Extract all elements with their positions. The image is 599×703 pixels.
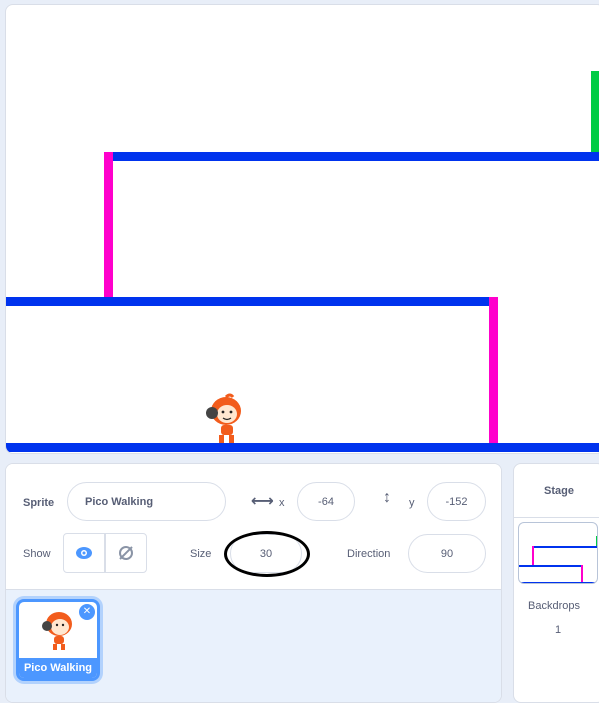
show-visible-toggle[interactable]	[63, 533, 105, 573]
sprite-tile-label: Pico Walking	[19, 658, 97, 678]
hidden-eye-icon	[119, 546, 133, 560]
pico-thumbnail-icon	[42, 612, 72, 650]
ground-platform	[6, 443, 599, 452]
upper-platform	[104, 152, 599, 161]
y-arrows-icon: ↕	[383, 489, 391, 506]
sprite-list: ✕ Pico Walking	[6, 590, 501, 702]
show-label: Show	[23, 548, 51, 560]
stage-thumbnail[interactable]	[518, 522, 598, 584]
size-input[interactable]: 30	[230, 534, 302, 573]
right-wall	[489, 297, 498, 445]
show-hidden-toggle[interactable]	[105, 533, 147, 573]
delete-sprite-icon[interactable]: ✕	[79, 604, 95, 620]
x-input[interactable]: -64	[297, 482, 355, 521]
x-arrows-icon: ⟷	[251, 493, 274, 510]
pico-sprite	[206, 393, 241, 443]
stage-canvas[interactable]	[5, 4, 599, 454]
middle-platform	[6, 297, 498, 306]
goal-wall	[591, 71, 599, 153]
backdrops-label: Backdrops	[528, 600, 580, 612]
stage-drawing	[6, 71, 599, 452]
sprite-name-input[interactable]: Pico Walking	[67, 482, 226, 521]
eye-icon	[76, 547, 92, 559]
sprite-tile[interactable]: ✕ Pico Walking	[16, 599, 100, 681]
sprite-info-pane: Sprite Pico Walking ⟷ x -64 ↕ y -152 Sho…	[5, 463, 502, 703]
direction-label: Direction	[347, 548, 391, 560]
direction-input[interactable]: 90	[408, 534, 486, 573]
y-input[interactable]: -152	[427, 482, 486, 521]
left-wall	[104, 152, 113, 302]
sprite-info: Sprite Pico Walking ⟷ x -64 ↕ y -152 Sho…	[6, 464, 501, 590]
stage-selector-pane[interactable]: Stage Backdrops 1	[513, 463, 599, 703]
stage-title: Stage	[514, 464, 599, 518]
x-label: x	[279, 497, 285, 509]
stage-thumbnail-drawing	[519, 536, 597, 583]
sprite-label: Sprite	[23, 497, 55, 509]
size-label: Size	[190, 548, 212, 560]
y-label: y	[409, 497, 415, 509]
backdrops-count: 1	[555, 624, 562, 636]
